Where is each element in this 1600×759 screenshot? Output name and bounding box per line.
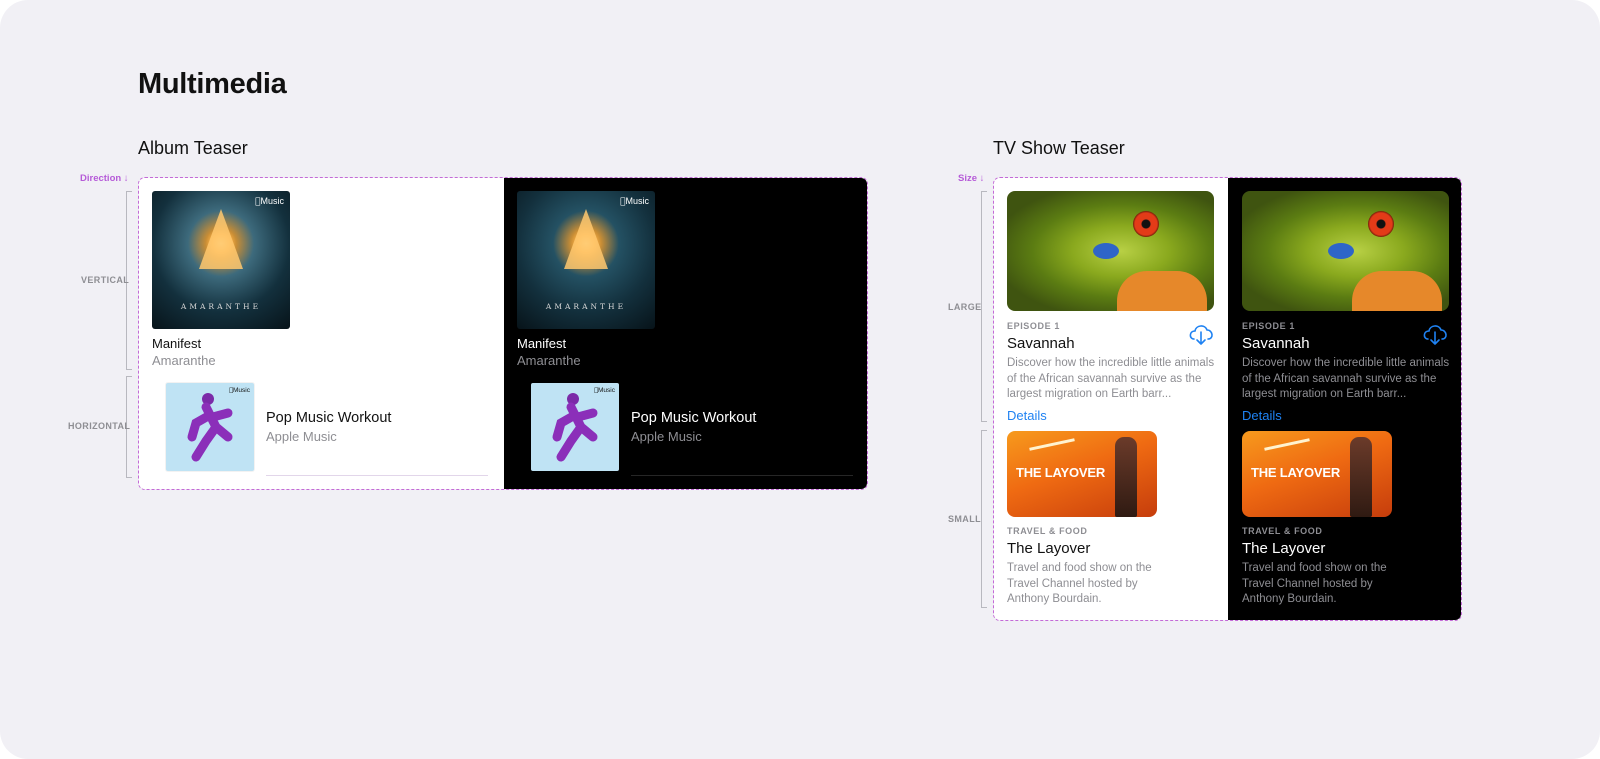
thumbnail-shape: [1352, 271, 1442, 311]
runner-icon: [187, 393, 233, 462]
row-divider: [631, 475, 853, 476]
thumbnail-shape: [1093, 243, 1119, 259]
runner-icon: [552, 393, 598, 462]
show-art-title: THE LAYOVER: [1251, 465, 1341, 480]
album-title[interactable]: Manifest: [517, 336, 566, 351]
album-teaser-light: Music AMARANTHE Manifest Amaranthe Mus…: [139, 178, 504, 489]
variant-label-vertical: VERTICAL: [81, 275, 130, 285]
cloud-download-icon[interactable]: [1421, 321, 1449, 347]
album-art-graphic: [564, 209, 608, 269]
row-divider: [266, 475, 488, 476]
show-art-title: THE LAYOVER: [1016, 465, 1106, 480]
show-thumbnail-layover[interactable]: THE LAYOVER: [1242, 431, 1392, 517]
album-artist: Amaranthe: [152, 353, 216, 368]
thumbnail-shape: [1264, 438, 1310, 451]
playlist-title[interactable]: Pop Music Workout: [631, 410, 756, 426]
episode-description: Discover how the incredible little anima…: [1007, 357, 1215, 400]
details-link[interactable]: Details: [1007, 408, 1047, 423]
episode-title[interactable]: Savannah: [1242, 335, 1310, 352]
episode-thumbnail-savannah[interactable]: [1242, 191, 1449, 311]
page-title: Multimedia: [138, 68, 287, 100]
album-art-graphic: [199, 209, 243, 269]
apple-music-badge: Music: [229, 386, 250, 394]
show-description: Travel and food show on the Travel Chann…: [1242, 562, 1387, 605]
tv-teaser-light: EPISODE 1 Savannah Discover how the incr…: [994, 178, 1228, 620]
album-title[interactable]: Manifest: [152, 336, 201, 351]
apple-music-badge: Music: [620, 196, 649, 207]
album-art-manifest[interactable]: Music AMARANTHE: [517, 191, 655, 329]
show-eyebrow: TRAVEL & FOOD: [1007, 526, 1088, 536]
album-artist: Amaranthe: [517, 353, 581, 368]
apple-music-badge: Music: [255, 196, 284, 207]
direction-axis-label: Direction ↓: [80, 173, 129, 184]
album-art-band-name: AMARANTHE: [545, 302, 627, 311]
thumbnail-shape: [1115, 437, 1137, 517]
thumbnail-shape: [1029, 438, 1075, 451]
show-thumbnail-layover[interactable]: THE LAYOVER: [1007, 431, 1157, 517]
playlist-art-workout[interactable]: Music: [166, 383, 254, 471]
show-title[interactable]: The Layover: [1242, 540, 1325, 557]
thumbnail-shape: [1133, 211, 1159, 237]
variant-label-large: LARGE: [948, 302, 982, 312]
variant-label-horizontal: HORIZONTAL: [68, 421, 131, 431]
details-link[interactable]: Details: [1242, 408, 1282, 423]
album-teaser-dark: Music AMARANTHE Manifest Amaranthe Mus…: [504, 178, 867, 489]
show-description: Travel and food show on the Travel Chann…: [1007, 562, 1152, 605]
thumbnail-shape: [1117, 271, 1207, 311]
album-teaser-frame: Music AMARANTHE Manifest Amaranthe Mus…: [138, 177, 868, 490]
show-title[interactable]: The Layover: [1007, 540, 1090, 557]
episode-thumbnail-savannah[interactable]: [1007, 191, 1214, 311]
episode-eyebrow: EPISODE 1: [1242, 321, 1295, 331]
playlist-art-workout[interactable]: Music: [531, 383, 619, 471]
cloud-download-icon[interactable]: [1187, 321, 1215, 347]
thumbnail-shape: [1328, 243, 1354, 259]
show-eyebrow: TRAVEL & FOOD: [1242, 526, 1323, 536]
variant-label-small: SMALL: [948, 514, 981, 524]
size-axis-label: Size ↓: [958, 173, 985, 184]
playlist-subtitle: Apple Music: [266, 429, 337, 444]
episode-eyebrow: EPISODE 1: [1007, 321, 1060, 331]
canvas: Multimedia Album Teaser Direction ↓ VERT…: [0, 0, 1600, 759]
playlist-subtitle: Apple Music: [631, 429, 702, 444]
thumbnail-shape: [1368, 211, 1394, 237]
album-art-band-name: AMARANTHE: [180, 302, 262, 311]
tv-teaser-title: TV Show Teaser: [993, 138, 1125, 158]
episode-description: Discover how the incredible little anima…: [1242, 357, 1450, 400]
album-teaser-title: Album Teaser: [138, 138, 248, 158]
tv-teaser-frame: EPISODE 1 Savannah Discover how the incr…: [993, 177, 1462, 621]
small-bracket: [981, 430, 987, 608]
thumbnail-shape: [1350, 437, 1372, 517]
album-art-manifest[interactable]: Music AMARANTHE: [152, 191, 290, 329]
episode-title[interactable]: Savannah: [1007, 335, 1075, 352]
apple-music-badge: Music: [594, 386, 615, 394]
large-bracket: [981, 191, 987, 422]
playlist-title[interactable]: Pop Music Workout: [266, 410, 391, 426]
tv-teaser-dark: EPISODE 1 Savannah Discover how the incr…: [1228, 178, 1461, 620]
